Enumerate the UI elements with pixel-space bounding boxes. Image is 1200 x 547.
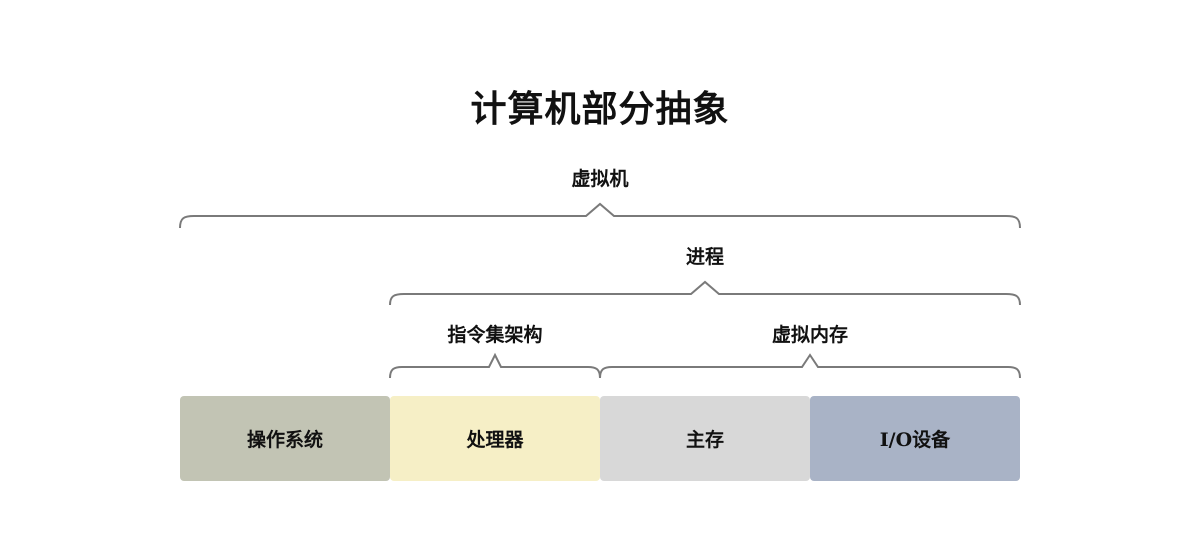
block-io-devices: I/O设备: [810, 396, 1020, 481]
bracket-virtual-machine: [179, 202, 1021, 229]
block-operating-system: 操作系统: [180, 396, 390, 481]
bracket-isa: [389, 352, 601, 379]
label-virtual-machine: 虚拟机: [571, 168, 629, 190]
block-main-memory: 主存: [600, 396, 810, 481]
bracket-process: [389, 280, 1021, 306]
bracket-virtual-memory: [599, 353, 1021, 379]
block-processor: 处理器: [390, 396, 600, 481]
label-isa: 指令集架构: [447, 324, 543, 346]
label-process: 进程: [685, 246, 725, 268]
label-virtual-memory: 虚拟内存: [771, 324, 849, 346]
